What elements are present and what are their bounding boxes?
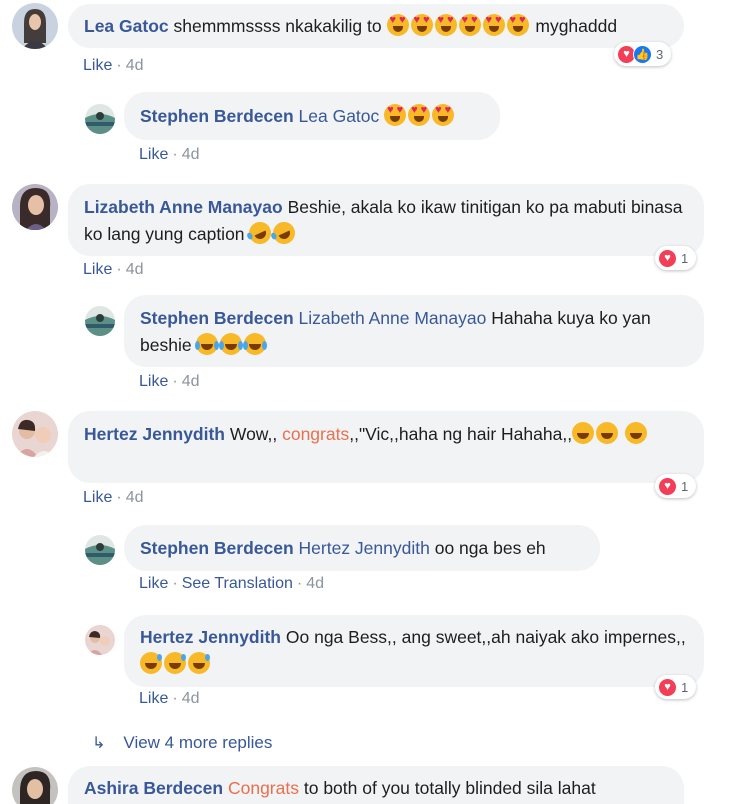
avatar-hertez-jennydith[interactable] bbox=[85, 625, 115, 655]
reply-bubble: Stephen Berdecen Hertez Jennydith oo nga… bbox=[124, 525, 600, 571]
like-button[interactable]: Like bbox=[83, 261, 112, 278]
reaction-summary[interactable]: ♥ 1 bbox=[655, 246, 697, 270]
comment-author[interactable]: Hertez Jennydith bbox=[140, 627, 281, 647]
emoji-sweat-smile bbox=[140, 652, 162, 674]
reaction-summary[interactable]: ♥ 1 bbox=[655, 675, 697, 699]
avatar-stephen-berdecen[interactable] bbox=[85, 306, 115, 336]
reaction-count: 1 bbox=[681, 478, 689, 494]
reply-bubble: Stephen Berdecen Lizabeth Anne Manayao H… bbox=[124, 295, 704, 367]
comment-text: Oo nga Bess,, ang sweet,,ah naiyak ako i… bbox=[285, 627, 686, 647]
emoji-heart-eyes bbox=[408, 104, 431, 126]
see-translation-link[interactable]: See Translation bbox=[182, 575, 293, 592]
like-button[interactable]: Like bbox=[139, 575, 168, 592]
reaction-summary[interactable]: ♥ 👍 3 bbox=[614, 42, 672, 66]
timestamp[interactable]: 4d bbox=[182, 146, 200, 163]
comment-text: shemmmssss nkakakilig to bbox=[173, 16, 382, 36]
comment-text: oo nga bes eh bbox=[434, 538, 546, 558]
timestamp[interactable]: 4d bbox=[126, 261, 144, 278]
comment-meta: Like · See Translation · 4d bbox=[139, 575, 324, 592]
reply-arrow-icon: ↳ bbox=[92, 735, 106, 752]
reply-bubble: Stephen Berdecen Lea Gatoc bbox=[124, 92, 500, 140]
like-icon: 👍 bbox=[633, 44, 652, 64]
emoji-grin bbox=[596, 422, 619, 444]
reaction-summary[interactable]: ♥ 1 bbox=[655, 474, 697, 498]
love-icon: ♥ bbox=[658, 248, 677, 268]
comment-text: to both of you totally blinded sila laha… bbox=[303, 778, 596, 798]
comment-author[interactable]: Lea Gatoc bbox=[84, 16, 169, 36]
avatar-stephen-berdecen[interactable] bbox=[85, 535, 115, 565]
emoji-joy bbox=[243, 333, 268, 355]
mention-link[interactable]: Lea Gatoc bbox=[299, 106, 380, 126]
love-icon: ♥ bbox=[658, 476, 677, 496]
comment-meta: Like · 4d bbox=[139, 373, 200, 390]
comment-author[interactable]: Stephen Berdecen bbox=[140, 538, 294, 558]
emoji-heart-eyes bbox=[482, 14, 505, 36]
view-more-label: View 4 more replies bbox=[123, 733, 273, 752]
emoji-joy bbox=[195, 333, 220, 355]
timestamp[interactable]: 4d bbox=[126, 489, 144, 506]
like-button[interactable]: Like bbox=[139, 690, 168, 707]
avatar-lea-gatoc[interactable] bbox=[12, 3, 58, 49]
comment-author[interactable]: Stephen Berdecen bbox=[140, 308, 294, 328]
avatar-stephen-berdecen[interactable] bbox=[85, 104, 115, 134]
comment-bubble: Lizabeth Anne Manayao Beshie, akala ko i… bbox=[68, 184, 704, 256]
comment-meta: Like · 4d bbox=[83, 57, 144, 74]
comment-bubble: Ashira Berdecen Congrats to both of you … bbox=[68, 766, 684, 804]
love-icon: ♥ bbox=[658, 677, 677, 697]
comment-text-after: myghaddd bbox=[535, 16, 618, 36]
like-button[interactable]: Like bbox=[139, 146, 168, 163]
comment-author[interactable]: Hertez Jennydith bbox=[84, 424, 225, 444]
comment-author[interactable]: Ashira Berdecen bbox=[84, 778, 223, 798]
highlighted-word[interactable]: Congrats bbox=[228, 778, 299, 798]
timestamp[interactable]: 4d bbox=[306, 575, 324, 592]
comment-bubble: Hertez Jennydith Wow,, congrats,,"Vic,,h… bbox=[68, 411, 704, 483]
comment-meta: Like · 4d bbox=[139, 690, 200, 707]
emoji-heart-eyes bbox=[506, 14, 529, 36]
avatar-lizabeth-anne-manayao[interactable] bbox=[12, 184, 58, 230]
timestamp[interactable]: 4d bbox=[126, 57, 144, 74]
mention-link[interactable]: Hertez Jennydith bbox=[299, 538, 430, 558]
emoji-heart-eyes bbox=[384, 104, 407, 126]
comment-bubble: Lea Gatoc shemmmssss nkakakilig to mygha… bbox=[68, 4, 684, 48]
emoji-joy bbox=[219, 333, 244, 355]
comment-text: Wow,, bbox=[229, 424, 278, 444]
emoji-heart-eyes bbox=[386, 14, 409, 36]
emoji-heart-eyes bbox=[410, 14, 433, 36]
emoji-heart-eyes bbox=[434, 14, 457, 36]
avatar-ashira-berdecen[interactable] bbox=[12, 767, 58, 804]
comment-meta: Like · 4d bbox=[139, 146, 200, 163]
reaction-count: 1 bbox=[681, 679, 689, 695]
emoji-grin bbox=[572, 422, 595, 444]
like-button[interactable]: Like bbox=[83, 489, 112, 506]
like-button[interactable]: Like bbox=[83, 57, 112, 74]
timestamp[interactable]: 4d bbox=[182, 690, 200, 707]
comment-text: ,,"Vic,,haha ng hair Hahaha,, bbox=[349, 424, 573, 444]
emoji-sweat-smile bbox=[164, 652, 186, 674]
emoji-grin bbox=[624, 422, 647, 444]
highlighted-word[interactable]: congrats bbox=[282, 424, 349, 444]
reaction-count: 3 bbox=[656, 46, 664, 62]
comment-author[interactable]: Stephen Berdecen bbox=[140, 106, 294, 126]
emoji-heart-eyes bbox=[432, 104, 455, 126]
comment-author[interactable]: Lizabeth Anne Manayao bbox=[84, 197, 283, 217]
reaction-count: 1 bbox=[681, 250, 689, 266]
mention-link[interactable]: Lizabeth Anne Manayao bbox=[299, 308, 487, 328]
reply-bubble: Hertez Jennydith Oo nga Bess,, ang sweet… bbox=[124, 615, 704, 687]
comment-meta: Like · 4d bbox=[83, 261, 144, 278]
emoji-sweat-smile bbox=[188, 652, 210, 674]
timestamp[interactable]: 4d bbox=[182, 373, 200, 390]
avatar-hertez-jennydith[interactable] bbox=[12, 411, 58, 457]
emoji-rofl bbox=[269, 218, 300, 248]
view-more-replies-link[interactable]: ↳ View 4 more replies bbox=[92, 733, 272, 753]
emoji-heart-eyes bbox=[458, 14, 481, 36]
like-button[interactable]: Like bbox=[139, 373, 168, 390]
comment-meta: Like · 4d bbox=[83, 489, 144, 506]
